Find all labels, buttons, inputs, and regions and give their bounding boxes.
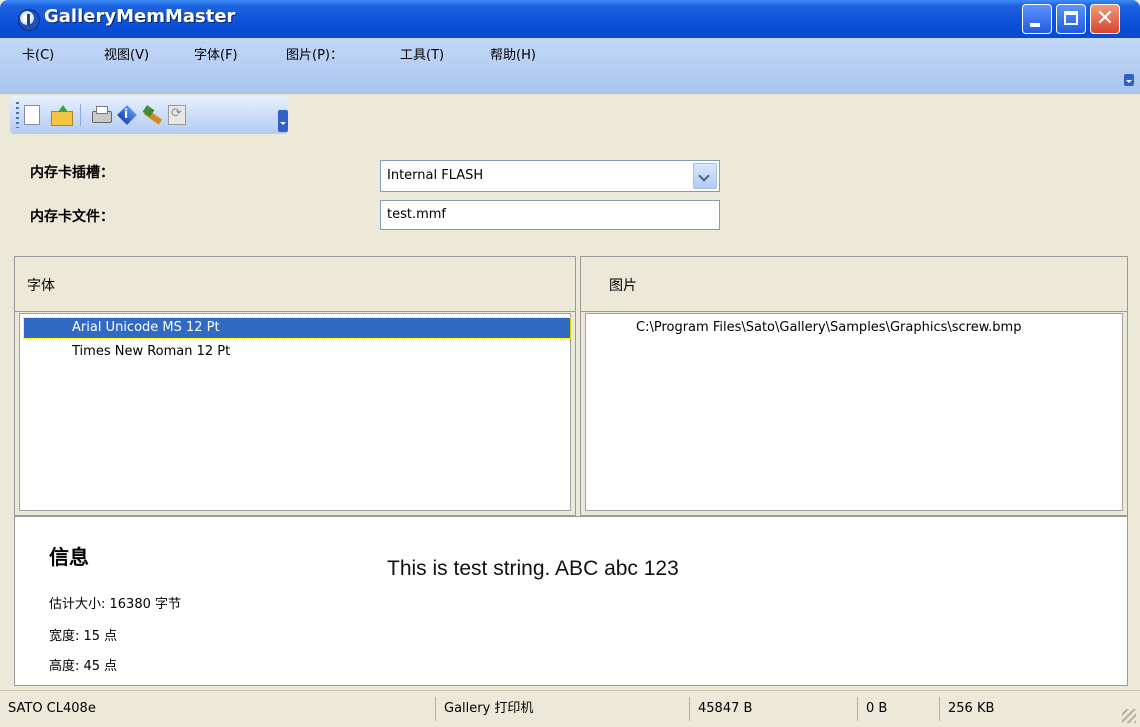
menu-view[interactable]: 视图(V) <box>104 44 149 63</box>
pictures-panel: 图片 C:\Program Files\Sato\Gallery\Samples… <box>580 256 1128 516</box>
erase-icon[interactable] <box>142 104 164 126</box>
font-preview-text: This is test string. ABC abc 123 <box>387 557 679 580</box>
toolbar <box>10 96 288 134</box>
chevron-down-icon[interactable] <box>693 163 717 189</box>
list-item[interactable]: C:\Program Files\Sato\Gallery\Samples\Gr… <box>636 318 1021 338</box>
toolbar-overflow-chevron-icon[interactable] <box>278 110 288 132</box>
card-file-input[interactable]: test.mmf <box>380 200 720 230</box>
app-logo-icon <box>18 9 40 31</box>
width-value: 宽度: 15 点 <box>49 629 118 644</box>
toolbar-separator <box>80 104 81 126</box>
fonts-panel-header: 字体 <box>15 257 575 312</box>
minimize-button[interactable] <box>1022 4 1052 34</box>
status-used: 45847 B <box>690 697 858 721</box>
height-value: 高度: 45 点 <box>49 659 118 674</box>
pictures-panel-title: 图片 <box>609 278 637 294</box>
resize-grip-icon[interactable] <box>1122 709 1136 723</box>
status-total: 256 KB <box>948 701 995 716</box>
menu-picture[interactable]: 图片(P)： <box>286 44 343 63</box>
maximize-button[interactable] <box>1056 4 1086 34</box>
status-bar: SATO CL408e Gallery 打印机 45847 B 0 B 256 … <box>0 690 1140 727</box>
status-mode: Gallery 打印机 <box>436 697 690 721</box>
print-icon[interactable] <box>90 104 112 126</box>
menu-overflow-chevron-icon[interactable] <box>1124 74 1134 86</box>
menu-font[interactable]: 字体(F) <box>194 44 238 63</box>
estimated-size: 估计大小: 16380 字节 <box>49 597 181 612</box>
info-title: 信息 <box>49 545 89 569</box>
fonts-list[interactable]: Arial Unicode MS 12 Pt Times New Roman 1… <box>19 313 571 511</box>
status-free: 0 B <box>858 697 940 721</box>
window-title: GalleryMemMaster <box>44 6 236 27</box>
new-file-icon[interactable] <box>24 105 40 125</box>
fonts-panel: 字体 Arial Unicode MS 12 Pt Times New Roma… <box>14 256 576 516</box>
open-folder-icon[interactable] <box>50 104 73 126</box>
pictures-panel-header: 图片 <box>581 257 1127 312</box>
close-icon: ✕ <box>1095 6 1115 31</box>
menu-card[interactable]: 卡(C) <box>22 44 54 63</box>
app-window: GalleryMemMaster ✕ 卡(C) 视图(V) 字体(F) 图片(P… <box>0 0 1140 727</box>
close-button[interactable]: ✕ <box>1090 4 1120 34</box>
refresh-icon[interactable] <box>168 105 186 125</box>
slot-select[interactable]: Internal FLASH <box>380 160 720 192</box>
list-item[interactable]: Times New Roman 12 Pt <box>24 342 230 362</box>
slot-select-value: Internal FLASH <box>387 168 484 183</box>
status-printer: SATO CL408e <box>0 697 436 721</box>
toolbar-grip-icon[interactable] <box>16 102 19 128</box>
info-panel: 信息 This is test string. ABC abc 123 估计大小… <box>14 516 1128 686</box>
menu-bar: 卡(C) 视图(V) 字体(F) 图片(P)： 工具(T) 帮助(H) <box>0 38 1140 94</box>
slot-label: 内存卡插槽： <box>30 165 114 181</box>
file-label: 内存卡文件： <box>30 209 114 225</box>
menu-help[interactable]: 帮助(H) <box>490 44 536 63</box>
fonts-panel-title: 字体 <box>27 278 55 294</box>
info-icon[interactable] <box>116 104 138 126</box>
list-item[interactable]: Arial Unicode MS 12 Pt <box>23 317 571 339</box>
pictures-list[interactable]: C:\Program Files\Sato\Gallery\Samples\Gr… <box>585 313 1123 511</box>
menu-tools[interactable]: 工具(T) <box>400 44 444 63</box>
